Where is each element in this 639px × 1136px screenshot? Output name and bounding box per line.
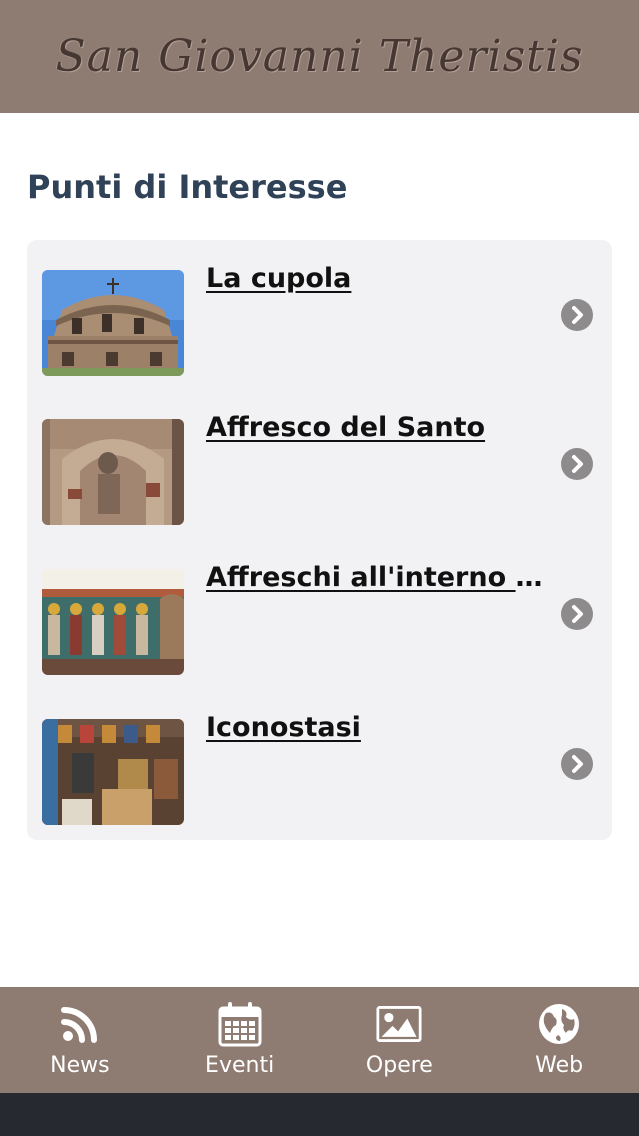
chevron-right-icon[interactable] [561,748,593,780]
poi-item-iconostasi[interactable]: Iconostasi [27,689,612,839]
poi-title[interactable]: Iconostasi [206,712,546,743]
iconostasis-photo [42,719,184,825]
dome-photo [42,270,184,376]
poi-title[interactable]: La cupola [206,263,546,294]
calendar-icon [217,1001,263,1047]
tab-label: News [50,1053,110,1078]
chevron-right-icon[interactable] [561,299,593,331]
rss-icon [57,1001,103,1047]
poi-item-cupola[interactable]: La cupola [27,240,612,390]
app-header: San Giovanni Theristis [0,0,639,113]
poi-item-affresco-santo[interactable]: Affresco del Santo [27,389,612,539]
tab-label: Opere [365,1053,433,1078]
tab-news[interactable]: News [0,987,160,1093]
globe-icon [536,1001,582,1047]
poi-thumbnail-iconostasi [42,719,184,825]
chevron-right-icon[interactable] [561,598,593,630]
poi-title[interactable]: Affreschi all'interno de... [206,562,546,593]
poi-list: La cupola Affresco del Santo Affreschi a… [27,240,612,840]
poi-thumbnail-affreschi-interno [42,569,184,675]
tab-opere[interactable]: Opere [320,987,480,1093]
app-logo: San Giovanni Theristis [55,31,584,82]
tab-label: Web [535,1053,584,1078]
poi-item-affreschi-interno[interactable]: Affreschi all'interno de... [27,539,612,689]
system-navigation-bar [0,1093,639,1136]
tab-eventi[interactable]: Eventi [160,987,320,1093]
poi-title[interactable]: Affresco del Santo [206,412,546,443]
image-icon [376,1001,422,1047]
frescoes-photo [42,569,184,675]
poi-thumbnail-cupola [42,270,184,376]
page-title: Punti di Interesse [27,168,348,206]
tab-web[interactable]: Web [479,987,639,1093]
tab-label: Eventi [205,1053,275,1078]
bottom-tab-bar: News Eventi Opere Web [0,987,639,1093]
poi-thumbnail-affresco-santo [42,419,184,525]
fresco-photo [42,419,184,525]
chevron-right-icon[interactable] [561,448,593,480]
